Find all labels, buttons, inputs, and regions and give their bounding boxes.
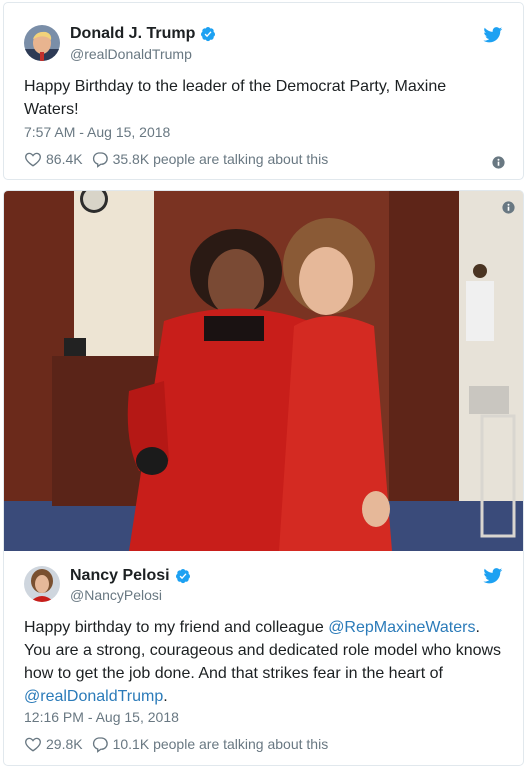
like-count[interactable]: 29.8K [46, 736, 83, 752]
talking-count[interactable]: 10.1K people are talking about this [113, 736, 329, 752]
display-name[interactable]: Nancy Pelosi [70, 567, 170, 585]
avatar[interactable] [24, 25, 60, 61]
tweet-text: Happy birthday to my friend and colleagu… [24, 616, 503, 708]
twitter-bird-icon[interactable] [483, 568, 503, 584]
tweet-text-part: Happy birthday to my friend and colleagu… [24, 619, 329, 636]
handle[interactable]: @NancyPelosi [70, 587, 162, 603]
twitter-bird-icon[interactable] [483, 27, 503, 43]
handle[interactable]: @realDonaldTrump [70, 46, 192, 62]
tweet-text-part: . [163, 688, 168, 705]
timestamp[interactable]: 7:57 AM - Aug 15, 2018 [24, 124, 170, 140]
tweet-card-pelosi: Nancy Pelosi @NancyPelosi Happy birthday… [3, 190, 524, 766]
reply-bubble-icon[interactable] [91, 735, 109, 753]
avatar[interactable] [24, 566, 60, 602]
tweet-text: Happy Birthday to the leader of the Demo… [24, 78, 447, 118]
verified-badge-icon [201, 27, 216, 42]
verified-badge-icon [175, 569, 190, 584]
info-icon[interactable] [502, 201, 515, 214]
tweet-actions: 86.4K 35.8K people are talking about thi… [24, 150, 328, 168]
talking-count[interactable]: 35.8K people are talking about this [113, 151, 329, 167]
mention-link[interactable]: @realDonaldTrump [24, 688, 163, 705]
reply-bubble-icon[interactable] [91, 150, 109, 168]
heart-icon[interactable] [24, 735, 42, 753]
info-icon[interactable] [492, 156, 505, 169]
mention-link[interactable]: @RepMaxineWaters [328, 619, 475, 636]
display-name[interactable]: Donald J. Trump [70, 25, 195, 43]
tweet-card-trump: Donald J. Trump @realDonaldTrump Happy B… [3, 2, 524, 180]
tweet-photo[interactable] [4, 191, 523, 551]
timestamp[interactable]: 12:16 PM - Aug 15, 2018 [24, 709, 179, 725]
tweet-actions: 29.8K 10.1K people are talking about thi… [24, 735, 328, 753]
tweet-header: Donald J. Trump @realDonaldTrump [4, 3, 523, 63]
like-count[interactable]: 86.4K [46, 151, 83, 167]
heart-icon[interactable] [24, 150, 42, 168]
